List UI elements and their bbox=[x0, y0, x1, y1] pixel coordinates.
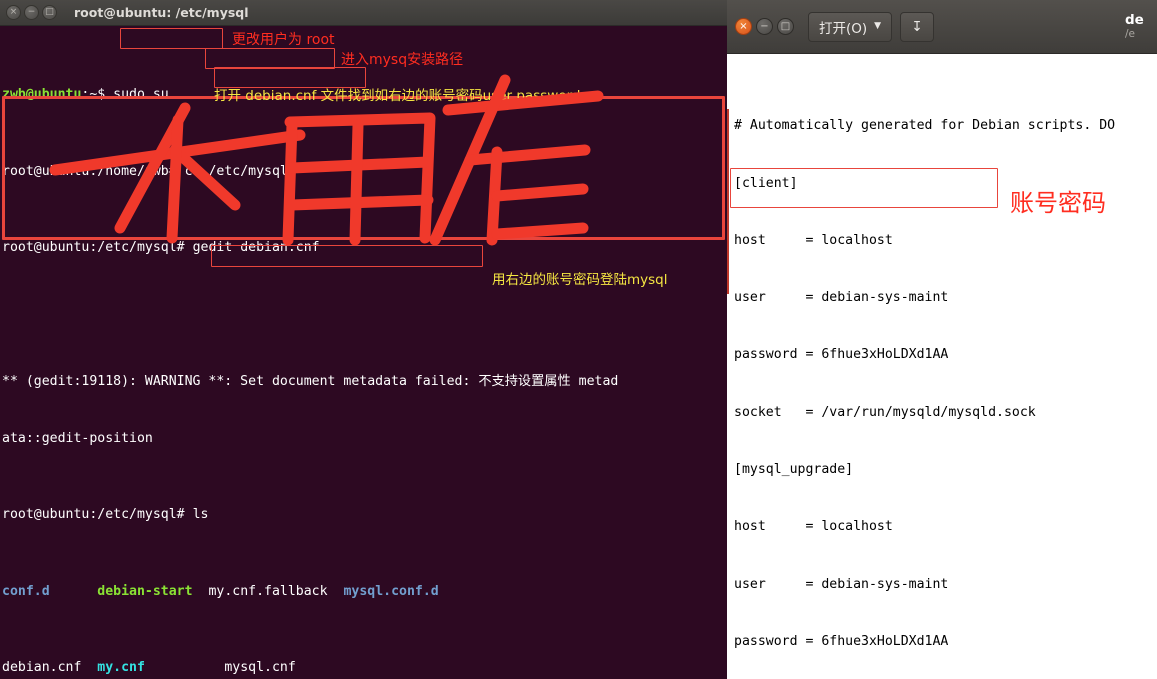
ls-entry-confd: conf.d bbox=[2, 583, 50, 599]
prompt-path: :/etc/mysql# bbox=[89, 507, 193, 523]
maximize-glyph: □ bbox=[45, 7, 54, 17]
ls-entry-debian-cnf: debian.cnf bbox=[2, 660, 82, 676]
terminal-window: × − □ root@ubuntu: /etc/mysql zwb@ubuntu… bbox=[0, 0, 727, 679]
close-icon[interactable]: × bbox=[735, 18, 752, 35]
prompt-user: root@ubuntu bbox=[2, 240, 90, 256]
open-button-label: 打开(O) bbox=[818, 20, 868, 37]
save-button[interactable]: ↧ bbox=[900, 11, 934, 42]
gedit-line: [client] bbox=[734, 175, 798, 191]
minimize-icon[interactable]: − bbox=[756, 18, 773, 35]
prompt-user: zwb@ubuntu bbox=[2, 87, 82, 103]
minimize-glyph: − bbox=[27, 7, 36, 17]
screen: × − □ root@ubuntu: /etc/mysql zwb@ubuntu… bbox=[0, 0, 1157, 679]
prompt-path: :/home/zwb# bbox=[89, 163, 185, 179]
gedit-window: × − □ 打开(O) ▼ ↧ de /e # Automatically ge… bbox=[727, 0, 1157, 679]
close-glyph: × bbox=[739, 21, 748, 32]
terminal-line: root@ubuntu:/etc/mysql# gedit debian.cnf bbox=[2, 238, 727, 257]
ls-entry-debian-start: debian-start bbox=[97, 583, 193, 599]
terminal-ls-row: debian.cnf my.cnf mysql.cnf bbox=[2, 658, 727, 677]
minimize-glyph: − bbox=[760, 21, 769, 32]
save-icon: ↧ bbox=[911, 18, 923, 35]
gedit-document-title: de /e bbox=[1125, 13, 1149, 41]
terminal-line: zwb@ubuntu:~$ sudo su bbox=[2, 85, 727, 104]
terminal-line: ** (gedit:19118): WARNING **: Set docume… bbox=[2, 373, 619, 389]
gedit-line: password = 6fhue3xHoLDXd1AA bbox=[734, 633, 949, 649]
gedit-line: host = localhost bbox=[734, 232, 893, 248]
gedit-line: password = 6fhue3xHoLDXd1AA bbox=[734, 347, 949, 363]
terminal-title: root@ubuntu: /etc/mysql bbox=[74, 5, 249, 20]
close-glyph: × bbox=[9, 7, 18, 17]
document-path: /e bbox=[1125, 28, 1135, 41]
open-button[interactable]: 打开(O) ▼ bbox=[808, 11, 892, 42]
close-icon[interactable]: × bbox=[6, 5, 21, 20]
terminal-ls-row: conf.d debian-start my.cnf.fallback mysq… bbox=[2, 582, 727, 601]
gedit-line: host = localhost bbox=[734, 519, 893, 535]
prompt-user: root@ubuntu bbox=[2, 507, 90, 523]
terminal-line: ata::gedit-position bbox=[2, 430, 153, 446]
terminal-titlebar[interactable]: × − □ root@ubuntu: /etc/mysql bbox=[0, 0, 727, 26]
maximize-glyph: □ bbox=[780, 21, 791, 32]
ls-entry-mycnf-fallback: my.cnf.fallback bbox=[208, 583, 328, 599]
terminal-line: root@ubuntu:/home/zwb# cd /etc/mysql/ bbox=[2, 162, 727, 181]
gedit-line: user = debian-sys-maint bbox=[734, 576, 949, 592]
chevron-down-icon: ▼ bbox=[874, 21, 882, 31]
ls-entry-mysql-confd: mysql.conf.d bbox=[343, 583, 439, 599]
terminal-command: sudo su bbox=[113, 87, 169, 103]
terminal-output[interactable]: zwb@ubuntu:~$ sudo su root@ubuntu:/home/… bbox=[0, 26, 727, 679]
terminal-command: cd /etc/mysql/ bbox=[184, 163, 296, 179]
gedit-line: user = debian-sys-maint bbox=[734, 290, 949, 306]
gedit-text-area[interactable]: # Automatically generated for Debian scr… bbox=[727, 54, 1157, 679]
ls-entry-mycnf: my.cnf bbox=[97, 660, 145, 676]
prompt-path: :/etc/mysql# bbox=[89, 240, 193, 256]
gedit-line: socket = /var/run/mysqld/mysqld.sock bbox=[734, 404, 1036, 420]
gedit-line: # Automatically generated for Debian scr… bbox=[734, 118, 1116, 134]
gedit-headerbar[interactable]: × − □ 打开(O) ▼ ↧ de /e bbox=[727, 0, 1157, 54]
prompt-user: root@ubuntu bbox=[2, 163, 90, 179]
terminal-line: root@ubuntu:/etc/mysql# ls bbox=[2, 505, 727, 524]
ls-entry-mysqlcnf: mysql.cnf bbox=[224, 660, 296, 676]
document-name: de bbox=[1125, 12, 1144, 28]
maximize-icon[interactable]: □ bbox=[777, 18, 794, 35]
maximize-icon[interactable]: □ bbox=[42, 5, 57, 20]
terminal-command: gedit debian.cnf bbox=[192, 240, 320, 256]
gedit-line: [mysql_upgrade] bbox=[734, 461, 854, 477]
prompt-path: :~$ bbox=[81, 87, 114, 103]
terminal-command: ls bbox=[192, 507, 209, 523]
text-selection-bar bbox=[727, 109, 729, 294]
minimize-icon[interactable]: − bbox=[24, 5, 39, 20]
gedit-window-controls: × − □ bbox=[735, 18, 798, 35]
